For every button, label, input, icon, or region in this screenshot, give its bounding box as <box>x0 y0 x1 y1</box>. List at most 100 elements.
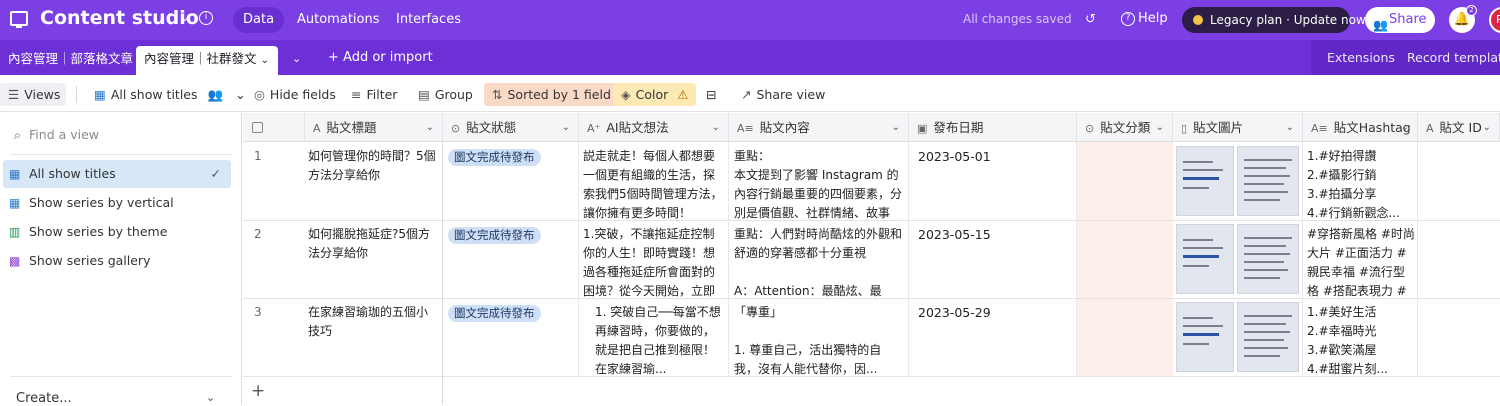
column-header-content[interactable]: A≡ 貼文內容 ⌄ <box>729 113 909 142</box>
table-tab-social[interactable]: 內容管理｜社群發文 ⌄ <box>136 46 278 75</box>
share-view-button[interactable]: ↗ Share view <box>741 83 825 106</box>
hide-fields-button[interactable]: ◎ Hide fields <box>254 83 336 106</box>
post-image-thumbnail[interactable] <box>1237 224 1299 294</box>
category-cells[interactable] <box>1077 142 1173 376</box>
divider <box>1417 142 1418 376</box>
chevron-down-icon[interactable]: ⌄ <box>206 391 215 404</box>
nav-tab-interfaces[interactable]: Interfaces <box>386 7 471 33</box>
post-image-thumbnail[interactable] <box>1237 302 1299 372</box>
cell-date[interactable]: 2023-05-01 <box>918 149 991 164</box>
table-tab-blog[interactable]: 內容管理｜部落格文章 <box>0 46 141 75</box>
chevron-down-icon[interactable]: ⌄ <box>261 48 269 74</box>
column-header-label: 貼文 ID <box>1439 120 1482 135</box>
legacy-plan-button[interactable]: Legacy plan · Update now <box>1182 7 1366 33</box>
view-switcher[interactable]: ▦ All show titles 👥 ⌄ <box>94 83 246 106</box>
group-button[interactable]: ▤ Group <box>418 83 473 106</box>
sort-button[interactable]: ⇅ Sorted by 1 field <box>484 83 619 106</box>
share-view-label: Share view <box>756 87 826 102</box>
column-header-label: 貼文圖片 <box>1193 120 1244 135</box>
sort-label: Sorted by 1 field <box>507 87 611 102</box>
create-view-button[interactable]: Create... <box>16 391 72 406</box>
chevron-down-icon[interactable]: ⌄ <box>562 113 570 141</box>
find-view-input[interactable]: ⌕ Find a view <box>14 127 99 143</box>
column-header-title[interactable]: A 貼文標題 ⌄ <box>305 113 443 142</box>
cell-date[interactable]: 2023-05-29 <box>918 305 991 320</box>
row-number: 2 <box>254 227 262 241</box>
cell-hashtags[interactable]: 1.#美好生活 2.#幸福時光 3.#歡笑滿屋 4.#甜蜜片刻... <box>1307 303 1415 379</box>
column-header-image[interactable]: ▯ 貼文圖片 ⌄ <box>1173 113 1303 142</box>
share-arrow-icon: ↗ <box>741 87 752 102</box>
column-header-label: 貼文Hashtag <box>1333 120 1411 135</box>
views-sidebar: ⌕ Find a view ▦ All show titles ✓ ▦ Show … <box>0 113 242 406</box>
cell-content[interactable]: 「專重」 1. 尊重自己，活出獨特的自我，沒有人能代替你，因... <box>734 303 904 379</box>
nav-tab-automations[interactable]: Automations <box>287 7 390 33</box>
post-image-thumbnail[interactable] <box>1176 224 1234 294</box>
grid-icon: ▦ <box>94 87 106 102</box>
add-record-button[interactable]: + <box>251 381 265 401</box>
chevron-down-icon[interactable]: ⌄ <box>1286 113 1294 141</box>
column-header-ai-idea[interactable]: A⁺ AI貼文想法 ⌄ <box>579 113 729 142</box>
column-header-status[interactable]: ⊙ 貼文狀態 ⌄ <box>443 113 579 142</box>
cell-ai-idea[interactable]: 説走就走！每個人都想要一個更有組織的生活，探索我們5個時間管理方法，讓你擁有更多… <box>583 147 725 223</box>
chevron-down-icon[interactable]: ⌄ <box>1401 113 1409 141</box>
column-header-hashtag[interactable]: A≡ 貼文Hashtag ⌄ <box>1303 113 1418 142</box>
post-image-thumbnail[interactable] <box>1237 146 1299 216</box>
cell-ai-idea[interactable]: 1. 突破自己──每當不想再練習時，你要做的，就是把自己推到極限！在家練習瑜..… <box>595 303 723 379</box>
status-badge[interactable]: 圖文完成待發布 <box>448 227 541 244</box>
view-item-label: Show series by vertical <box>29 195 174 210</box>
cell-ai-idea[interactable]: 1.突破，不讓拖延症控制你的人生！即時實踐！想過各種拖延症所會面對的困境？從今天… <box>583 225 725 301</box>
chevron-down-icon[interactable]: ⌄ <box>892 113 900 141</box>
add-or-import-label: Add or import <box>343 50 433 65</box>
column-header-date[interactable]: ▣ 發布日期 <box>909 113 1077 142</box>
filter-label: Filter <box>366 87 398 102</box>
filter-button[interactable]: ≡ Filter <box>351 83 397 106</box>
nav-tab-data[interactable]: Data <box>233 7 285 33</box>
cell-title[interactable]: 在家練習瑜珈的五個小技巧 <box>308 303 438 343</box>
sort-icon: ⇅ <box>492 87 503 102</box>
select-all-checkbox[interactable] <box>252 122 263 133</box>
record-templates-button[interactable]: Record templates <box>1407 50 1500 65</box>
chevron-down-icon[interactable]: ⌄ <box>1156 113 1164 141</box>
views-toggle[interactable]: ☰ Views <box>0 83 66 106</box>
data-grid: A 貼文標題 ⌄ ⊙ 貼文狀態 ⌄ A⁺ AI貼文想法 ⌄ A≡ 貼文內容 ⌄ ▣ 發布日期 ⊙ 貼… <box>243 113 1500 405</box>
extensions-button[interactable]: Extensions <box>1327 50 1395 65</box>
row-height-icon[interactable]: ⊟ <box>706 83 716 106</box>
share-button[interactable]: 👥 Share <box>1365 7 1435 33</box>
color-button[interactable]: ◈ Color ⚠ <box>613 83 697 106</box>
attachment-icon: ▯ <box>1181 122 1188 135</box>
cell-content[interactable]: 重點：人們對時尚酷炫的外觀和舒適的穿著感都十分重視 A：Attention：最酷… <box>734 225 904 301</box>
plus-icon: + <box>328 50 344 65</box>
history-icon[interactable]: ↺ <box>1085 12 1096 27</box>
help-link[interactable]: Help <box>1138 11 1168 26</box>
app-title[interactable]: Content studio <box>40 7 199 29</box>
chevron-down-icon[interactable]: ⌄ <box>712 113 720 141</box>
view-item-series-by-vertical[interactable]: ▦ Show series by vertical <box>3 189 231 217</box>
add-or-import-button[interactable]: + Add or import <box>328 50 433 65</box>
tables-dropdown-icon[interactable]: ⌄ <box>292 52 301 65</box>
status-badge[interactable]: 圖文完成待發布 <box>448 305 541 322</box>
cell-hashtags[interactable]: 1.#好拍得讚 2.#攝影行銷 3.#拍攝分享 4.#行銷新觀念... <box>1307 147 1415 223</box>
chevron-down-icon[interactable]: ⌄ <box>1483 113 1491 141</box>
view-item-all-show-titles[interactable]: ▦ All show titles ✓ <box>3 160 231 188</box>
avatar[interactable]: R <box>1489 7 1500 33</box>
post-image-thumbnail[interactable] <box>1176 146 1234 216</box>
view-item-series-by-theme[interactable]: ▥ Show series by theme <box>3 218 231 246</box>
chevron-down-icon[interactable]: ⌄ <box>180 11 189 24</box>
color-label: Color <box>635 87 669 102</box>
chevron-down-icon[interactable]: ⌄ <box>426 113 434 141</box>
cell-title[interactable]: 如何擺脫拖延症?5個方法分享給你 <box>308 225 438 265</box>
cell-hashtags[interactable]: #穿搭新風格 #时尚大片 #正面活力 #親民幸福 #流行型格 #搭配表現力 #时… <box>1307 225 1415 301</box>
cell-content[interactable]: 重點： 本文提到了影響 Instagram 的內容行銷最重要的四個要素，分別是價… <box>734 147 904 223</box>
column-header-label: 貼文標題 <box>326 120 377 135</box>
cell-title[interactable]: 如何管理你的時間？5個方法分享給你 <box>308 147 438 187</box>
status-badge[interactable]: 圖文完成待發布 <box>448 149 541 166</box>
select-all-header <box>243 113 305 142</box>
column-header-category[interactable]: ⊙ 貼文分類 ⌄ <box>1077 113 1173 142</box>
cell-date[interactable]: 2023-05-15 <box>918 227 991 242</box>
help-icon[interactable]: ? <box>1121 12 1135 26</box>
column-header-post-id[interactable]: A 貼文 ID ⌄ <box>1418 113 1500 142</box>
view-item-label: All show titles <box>29 166 116 181</box>
info-icon[interactable]: i <box>199 11 213 25</box>
view-item-series-gallery[interactable]: ▩ Show series gallery <box>3 247 231 275</box>
post-image-thumbnail[interactable] <box>1176 302 1234 372</box>
